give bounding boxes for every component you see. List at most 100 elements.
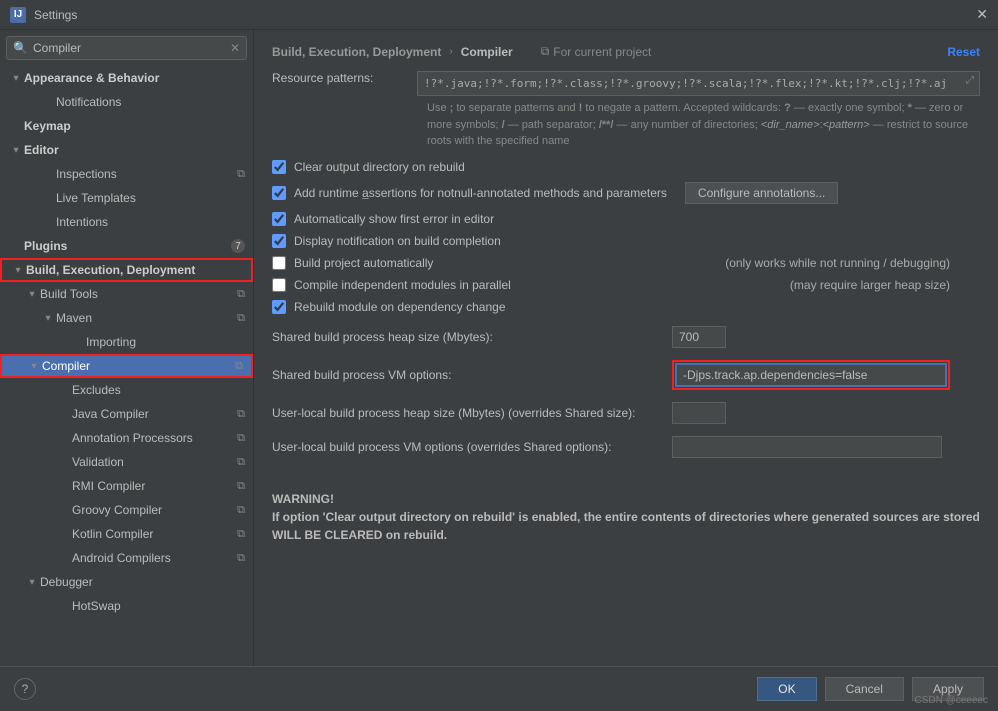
user-heap-input[interactable] <box>672 402 726 424</box>
search-input[interactable] <box>6 36 247 60</box>
dialog-footer: ? OK Cancel Apply <box>0 666 998 711</box>
tree-item-label: Keymap <box>24 119 253 133</box>
tree-item-label: Annotation Processors <box>72 431 237 445</box>
tree-item-appearance-behavior[interactable]: ▾Appearance & Behavior <box>0 66 253 90</box>
breadcrumb: Build, Execution, Deployment › Compiler … <box>272 44 980 59</box>
tree-item-notifications[interactable]: Notifications <box>0 90 253 114</box>
tree-item-label: Kotlin Compiler <box>72 527 237 541</box>
breadcrumb-parent[interactable]: Build, Execution, Deployment <box>272 45 441 59</box>
compile-parallel-checkbox[interactable] <box>272 278 286 292</box>
clear-output-checkbox[interactable] <box>272 160 286 174</box>
tree-item-label: Appearance & Behavior <box>24 71 253 85</box>
tree-item-maven[interactable]: ▾Maven⧉ <box>0 306 253 330</box>
tree-item-label: Maven <box>56 311 237 325</box>
chevron-icon: ▾ <box>24 289 40 300</box>
reset-link[interactable]: Reset <box>947 45 980 59</box>
copy-icon: ⧉ <box>237 528 245 541</box>
close-icon[interactable]: ✕ <box>976 6 988 23</box>
tree-item-rmi-compiler[interactable]: RMI Compiler⧉ <box>0 474 253 498</box>
shared-heap-label: Shared build process heap size (Mbytes): <box>272 330 672 344</box>
user-vm-label: User-local build process VM options (ove… <box>272 440 672 454</box>
tree-item-intentions[interactable]: Intentions <box>0 210 253 234</box>
shared-heap-input[interactable] <box>672 326 726 348</box>
search-icon: 🔍 <box>13 41 28 55</box>
rebuild-dep-label: Rebuild module on dependency change <box>294 300 506 314</box>
chevron-icon: ▾ <box>8 145 24 156</box>
ok-button[interactable]: OK <box>757 677 816 701</box>
tree-item-validation[interactable]: Validation⧉ <box>0 450 253 474</box>
tree-item-label: Editor <box>24 143 253 157</box>
tree-item-plugins[interactable]: Plugins7 <box>0 234 253 258</box>
tree-item-inspections[interactable]: Inspections⧉ <box>0 162 253 186</box>
resource-patterns-input[interactable] <box>417 71 980 96</box>
shared-vm-input[interactable] <box>676 364 946 386</box>
user-heap-label: User-local build process heap size (Mbyt… <box>272 406 672 420</box>
copy-icon: ⧉ <box>237 408 245 421</box>
tree-item-label: RMI Compiler <box>72 479 237 493</box>
tree-item-label: Compiler <box>42 359 235 373</box>
tree-item-importing[interactable]: Importing <box>0 330 253 354</box>
show-first-error-label: Automatically show first error in editor <box>294 212 494 226</box>
settings-tree: ▾Appearance & BehaviorNotificationsKeyma… <box>0 62 253 666</box>
tree-item-hotswap[interactable]: HotSwap <box>0 594 253 618</box>
tree-item-kotlin-compiler[interactable]: Kotlin Compiler⧉ <box>0 522 253 546</box>
tree-item-label: Live Templates <box>56 191 253 205</box>
expand-icon[interactable]: ⤢ <box>966 75 974 86</box>
tree-item-excludes[interactable]: Excludes <box>0 378 253 402</box>
sidebar-search: 🔍 ✕ <box>6 36 247 60</box>
tree-item-label: HotSwap <box>72 599 253 613</box>
copy-icon: ⧉ <box>237 504 245 517</box>
chevron-icon: ▾ <box>8 73 24 84</box>
chevron-icon: ▾ <box>26 361 42 372</box>
tree-item-live-templates[interactable]: Live Templates <box>0 186 253 210</box>
tree-item-label: Inspections <box>56 167 237 181</box>
tree-item-debugger[interactable]: ▾Debugger <box>0 570 253 594</box>
rebuild-dep-checkbox[interactable] <box>272 300 286 314</box>
warning-text: WARNING! If option 'Clear output directo… <box>272 490 980 544</box>
clear-search-icon[interactable]: ✕ <box>230 41 240 55</box>
compile-parallel-aside: (may require larger heap size) <box>790 278 950 292</box>
for-project-label: ⧉ For current project <box>541 44 652 59</box>
chevron-icon: ▾ <box>24 577 40 588</box>
app-icon: IJ <box>10 7 26 23</box>
resource-patterns-help: Use ; to separate patterns and ! to nega… <box>427 100 980 150</box>
display-notification-checkbox[interactable] <box>272 234 286 248</box>
chevron-right-icon: › <box>449 46 452 57</box>
copy-icon: ⧉ <box>237 312 245 325</box>
tree-item-keymap[interactable]: Keymap <box>0 114 253 138</box>
breadcrumb-current: Compiler <box>461 45 513 59</box>
tree-item-label: Build, Execution, Deployment <box>26 263 251 277</box>
cancel-button[interactable]: Cancel <box>825 677 904 701</box>
tree-item-label: Validation <box>72 455 237 469</box>
runtime-assertions-label: Add runtime assertions for notnull-annot… <box>294 186 667 200</box>
tree-item-label: Plugins <box>24 239 231 253</box>
tree-item-editor[interactable]: ▾Editor <box>0 138 253 162</box>
titlebar: IJ Settings ✕ <box>0 0 998 30</box>
tree-item-groovy-compiler[interactable]: Groovy Compiler⧉ <box>0 498 253 522</box>
user-vm-input[interactable] <box>672 436 942 458</box>
configure-annotations-button[interactable]: Configure annotations... <box>685 182 838 204</box>
tree-item-label: Groovy Compiler <box>72 503 237 517</box>
tree-item-label: Java Compiler <box>72 407 237 421</box>
tree-item-build-execution-deployment[interactable]: ▾Build, Execution, Deployment <box>0 258 253 282</box>
tree-item-java-compiler[interactable]: Java Compiler⧉ <box>0 402 253 426</box>
tree-item-label: Excludes <box>72 383 253 397</box>
tree-item-annotation-processors[interactable]: Annotation Processors⧉ <box>0 426 253 450</box>
copy-icon: ⧉ <box>237 288 245 301</box>
show-first-error-checkbox[interactable] <box>272 212 286 226</box>
tree-item-android-compilers[interactable]: Android Compilers⧉ <box>0 546 253 570</box>
copy-icon: ⧉ <box>237 552 245 565</box>
help-button[interactable]: ? <box>14 678 36 700</box>
tree-item-compiler[interactable]: ▾Compiler⧉ <box>0 354 253 378</box>
tree-item-label: Android Compilers <box>72 551 237 565</box>
compile-parallel-label: Compile independent modules in parallel <box>294 278 511 292</box>
runtime-assertions-checkbox[interactable] <box>272 186 286 200</box>
tree-item-label: Build Tools <box>40 287 237 301</box>
build-auto-label: Build project automatically <box>294 256 433 270</box>
build-auto-checkbox[interactable] <box>272 256 286 270</box>
copy-icon: ⧉ <box>237 480 245 493</box>
build-auto-aside: (only works while not running / debuggin… <box>725 256 950 270</box>
shared-vm-label: Shared build process VM options: <box>272 368 672 382</box>
tree-item-build-tools[interactable]: ▾Build Tools⧉ <box>0 282 253 306</box>
copy-icon: ⧉ <box>237 432 245 445</box>
